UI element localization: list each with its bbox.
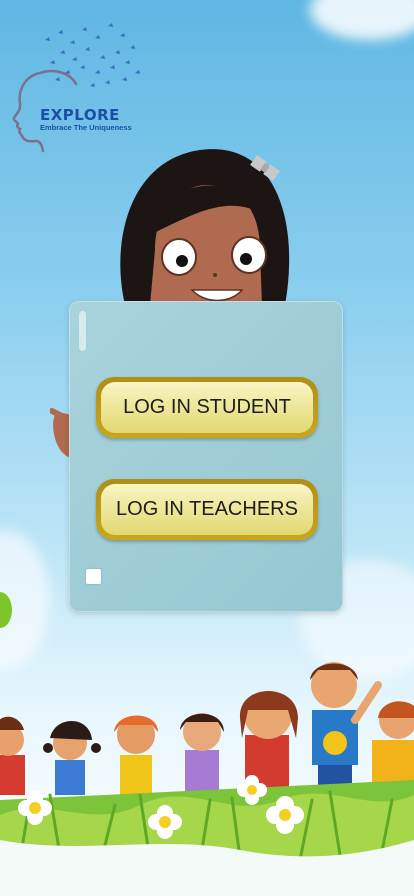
child-figure [43, 720, 101, 795]
child-figure [0, 716, 25, 795]
child-figure [310, 662, 382, 795]
logo-tagline: Embrace The Uniqueness [40, 123, 132, 132]
remember-checkbox[interactable] [86, 569, 101, 584]
logo-title: EXPLORE [40, 106, 120, 124]
login-board [69, 301, 343, 612]
board-shine [79, 311, 86, 351]
login-screen: EXPLORE Embrace The Uniqueness LOG IN ST… [0, 0, 414, 896]
cloud [310, 0, 414, 40]
children-meadow-illustration [0, 662, 414, 896]
login-student-label: LOG IN STUDENT [101, 382, 313, 433]
login-teachers-button[interactable]: LOG IN TEACHERS [96, 479, 318, 540]
login-teachers-label: LOG IN TEACHERS [101, 484, 313, 535]
child-figure [180, 713, 224, 798]
login-student-button[interactable]: LOG IN STUDENT [96, 377, 318, 438]
child-figure [114, 715, 158, 800]
explore-logo [10, 18, 145, 158]
butterflies-head-icon [12, 23, 140, 153]
child-figure [372, 701, 414, 790]
child-figure [239, 691, 298, 790]
